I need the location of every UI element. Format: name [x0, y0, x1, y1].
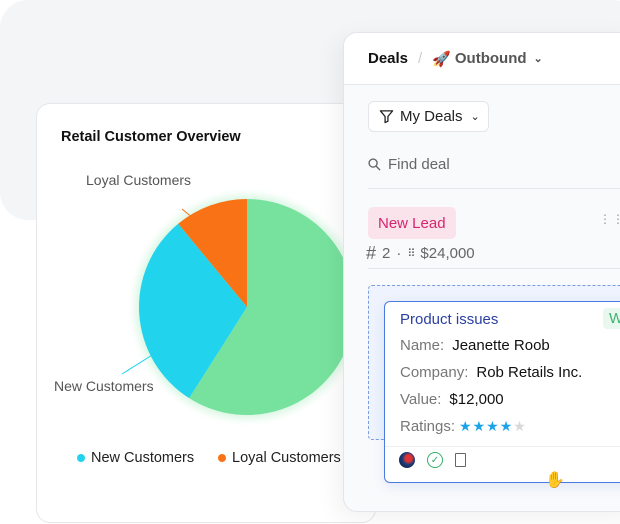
- star-icon[interactable]: ★: [513, 418, 527, 434]
- ratings-label: Ratings:: [400, 418, 456, 435]
- name-label: Name:: [400, 337, 445, 354]
- search-icon: [368, 158, 381, 171]
- deal-title[interactable]: Product issues: [400, 311, 498, 328]
- grab-cursor-icon: ✋: [545, 472, 565, 489]
- legend-item-loyal[interactable]: Loyal Customers: [218, 450, 341, 466]
- pie-label-loyal: Loyal Customers: [86, 172, 192, 188]
- deal-ratings-row: Ratings: ★★★★★: [400, 418, 527, 435]
- company-value: Rob Retails Inc.: [476, 364, 583, 381]
- breadcrumb: Deals / 🚀 Outbound ⌄: [344, 33, 620, 85]
- chart-card: Retail Customer Overview Loyal Customers…: [36, 103, 376, 523]
- rating-stars: ★★★★★: [459, 418, 527, 434]
- document-icon[interactable]: [455, 453, 466, 467]
- check-circle-icon[interactable]: ✓: [427, 452, 443, 468]
- pie-label-new: New Customers: [54, 378, 154, 394]
- divider: [368, 268, 620, 269]
- legend-dot: [218, 454, 226, 462]
- stage-total: $24,000: [420, 245, 475, 262]
- divider: [368, 188, 620, 189]
- meta-separator: ·: [396, 245, 402, 262]
- value-value: $12,000: [449, 391, 504, 408]
- hash-icon: #: [366, 243, 377, 263]
- deal-name-row: Name: Jeanette Roob: [400, 337, 550, 354]
- status-badge: W: [603, 308, 620, 329]
- star-icon[interactable]: ★: [500, 418, 514, 434]
- stage-badge: New Lead: [368, 207, 456, 239]
- search-input[interactable]: Find deal: [368, 156, 450, 173]
- legend-dot: [77, 454, 85, 462]
- breadcrumb-deals[interactable]: Deals: [368, 50, 408, 67]
- deal-value-row: Value: $12,000: [400, 391, 504, 408]
- deal-company-row: Company: Rob Retails Inc.: [400, 364, 582, 381]
- filter-icon: [379, 110, 394, 124]
- star-icon[interactable]: ★: [473, 418, 487, 434]
- legend-item-new[interactable]: New Customers: [77, 450, 194, 466]
- divider: [385, 446, 620, 447]
- view-selector[interactable]: 🚀 Outbound ⌄: [432, 50, 543, 68]
- rocket-icon: 🚀: [432, 50, 451, 68]
- name-value: Jeanette Roob: [452, 337, 550, 354]
- search-placeholder: Find deal: [388, 156, 450, 173]
- amount-icon: ⠿: [407, 248, 415, 260]
- legend-label: New Customers: [91, 450, 195, 466]
- deal-card[interactable]: Product issues W Name: Jeanette Roob Comp…: [384, 301, 620, 483]
- star-icon[interactable]: ★: [486, 418, 500, 434]
- drag-handle-icon[interactable]: ⋮⋮⋮: [599, 213, 620, 225]
- legend-label: Loyal Customers: [232, 450, 341, 466]
- avatar[interactable]: [399, 452, 415, 468]
- deals-panel: Deals / 🚀 Outbound ⌄ My Deals ⌄ Find deal …: [343, 32, 620, 512]
- chevron-down-icon: ⌄: [470, 111, 480, 123]
- filter-dropdown[interactable]: My Deals ⌄: [368, 101, 489, 132]
- filter-label: My Deals: [400, 108, 463, 125]
- stage-count: 2: [382, 245, 391, 262]
- breadcrumb-separator: /: [418, 50, 423, 67]
- company-label: Company:: [400, 364, 469, 381]
- chevron-down-icon: ⌄: [533, 53, 543, 65]
- value-label: Value:: [400, 391, 442, 408]
- stage-meta: # 2 · ⠿ $24,000: [366, 243, 475, 264]
- star-icon[interactable]: ★: [459, 418, 473, 434]
- view-name: Outbound: [454, 50, 527, 67]
